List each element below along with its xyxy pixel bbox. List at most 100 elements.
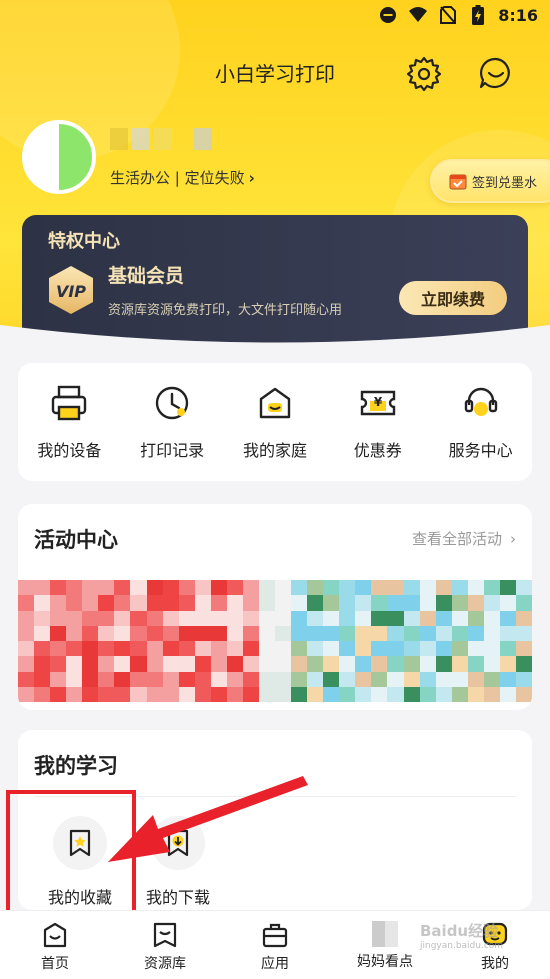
renew-button[interactable]: 立即续费	[399, 281, 507, 315]
banner-pixel	[323, 595, 340, 611]
tool-coupons[interactable]: ¥ 优惠券	[328, 383, 428, 461]
banner-pixel	[34, 641, 51, 657]
vip-center-title: 特权中心	[48, 231, 120, 252]
clock-time: 8:16	[498, 5, 538, 25]
page-title: 小白学习打印	[215, 62, 335, 86]
gear-icon	[406, 56, 442, 92]
tab-home[interactable]: 首页	[5, 921, 105, 973]
item-label: 我的下载	[145, 888, 210, 907]
banner-pixel	[403, 656, 420, 672]
banner-pixel	[210, 625, 227, 641]
banner-pixel	[162, 656, 179, 672]
banner-pixel	[499, 686, 516, 702]
banner-pixel	[467, 671, 484, 687]
avatar[interactable]	[22, 120, 96, 194]
banner-pixel	[178, 595, 195, 611]
banner-pixel	[178, 686, 195, 702]
banner-pixel	[371, 580, 388, 596]
section-title: 我的学习	[34, 754, 118, 778]
banner-pixel	[339, 625, 356, 641]
banner-pixel	[258, 641, 275, 657]
tool-my-family[interactable]: 我的家庭	[225, 383, 325, 461]
icon-circle	[151, 816, 205, 870]
banner-pixel	[162, 595, 179, 611]
banner-pixel	[258, 656, 275, 672]
sign-in-label: 签到兑墨水	[472, 175, 538, 191]
banner-pixel	[291, 610, 308, 626]
banner-pixel	[114, 610, 131, 626]
banner-pixel	[371, 625, 388, 641]
banner-pixel	[435, 671, 452, 687]
banner-pixel	[387, 656, 404, 672]
banner-pixel	[194, 686, 211, 702]
watermark-text: Baidu经验	[420, 922, 499, 940]
banner-pixel	[50, 625, 67, 641]
banner-pixel	[387, 610, 404, 626]
banner-pixel	[419, 580, 436, 596]
banner-pixel	[50, 641, 67, 657]
banner-pixel	[50, 671, 67, 687]
banner-pixel	[34, 580, 51, 596]
banner-pixel	[275, 656, 292, 672]
banner-pixel	[114, 580, 131, 596]
banner-pixel	[18, 686, 35, 702]
banner-pixel	[515, 610, 532, 626]
banner-pixel	[403, 641, 420, 657]
library-tab-icon	[153, 922, 177, 948]
settings-button[interactable]	[404, 53, 444, 93]
banner-pixel	[419, 610, 436, 626]
activity-banner-pixelated[interactable]	[18, 580, 532, 702]
banner-pixel	[66, 595, 83, 611]
banner-pixel	[130, 671, 147, 687]
banner-pixel	[291, 656, 308, 672]
vip-badge-icon: VIP	[49, 266, 93, 314]
tool-service-center[interactable]: 服务中心	[431, 383, 531, 461]
sign-in-button[interactable]: 签到兑墨水	[430, 159, 550, 203]
svg-text:VIP: VIP	[56, 282, 86, 301]
tool-my-devices[interactable]: 我的设备	[19, 383, 119, 461]
banner-pixel	[178, 671, 195, 687]
view-all-label: 查看全部活动	[411, 530, 502, 548]
tab-library[interactable]: 资源库	[115, 921, 215, 973]
tab-apps[interactable]: 应用	[225, 921, 325, 973]
banner-pixel	[18, 656, 35, 672]
banner-pixel	[467, 641, 484, 657]
banner-pixel	[275, 671, 292, 687]
banner-pixel	[114, 686, 131, 702]
banner-pixel	[242, 610, 259, 626]
banner-pixel	[226, 625, 243, 641]
view-all-activities-link[interactable]: 查看全部活动 ›	[412, 528, 516, 549]
banner-pixel	[515, 625, 532, 641]
banner-pixel	[242, 656, 259, 672]
message-button[interactable]	[476, 53, 516, 93]
banner-pixel	[210, 671, 227, 687]
tool-print-history[interactable]: 打印记录	[122, 383, 222, 461]
banner-pixel	[323, 580, 340, 596]
banner-pixel	[291, 595, 308, 611]
tool-label: 我的设备	[37, 441, 102, 460]
tab-label: 首页	[41, 956, 69, 972]
banner-pixel	[50, 580, 67, 596]
banner-pixel	[355, 656, 372, 672]
banner-pixel	[515, 671, 532, 687]
tab-label: 资源库	[144, 956, 186, 972]
dnd-icon	[378, 5, 398, 25]
vip-level: 基础会员	[108, 265, 185, 287]
activity-center-card: 活动中心 查看全部活动 ›	[18, 504, 532, 710]
banner-pixel	[210, 580, 227, 596]
banner-pixel	[467, 610, 484, 626]
banner-pixel	[515, 595, 532, 611]
banner-pixel	[18, 641, 35, 657]
banner-pixel	[50, 686, 67, 702]
banner-pixel	[371, 671, 388, 687]
banner-pixel	[130, 595, 147, 611]
banner-pixel	[242, 595, 259, 611]
banner-pixel	[403, 671, 420, 687]
banner-pixel	[435, 641, 452, 657]
my-downloads-item[interactable]: 我的下载	[130, 816, 226, 908]
location-link[interactable]: 生活办公 | 定位失败 ›	[110, 167, 255, 188]
banner-pixel	[291, 686, 308, 702]
banner-pixel	[18, 671, 35, 687]
printer-icon	[52, 385, 87, 421]
banner-pixel	[483, 595, 500, 611]
